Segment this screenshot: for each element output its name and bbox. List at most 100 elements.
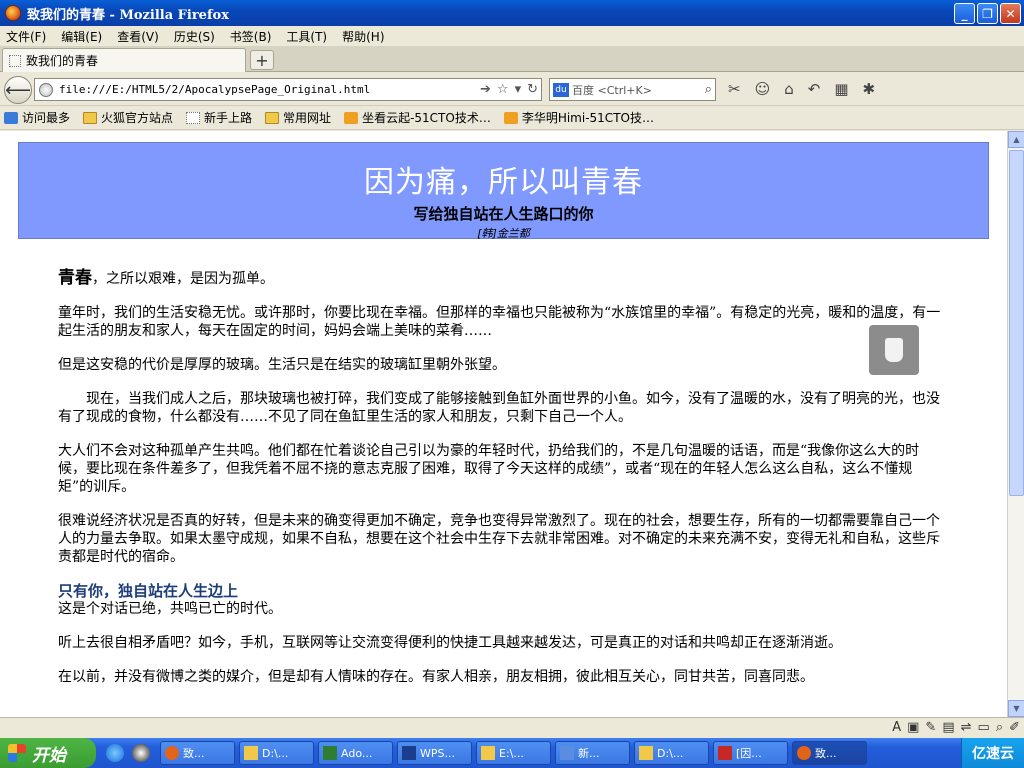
- addon-bug-icon[interactable]: ✱: [863, 80, 876, 98]
- toolbar-icons: ✂ ☺ ⌂ ↶ ▦ ✱: [728, 80, 875, 98]
- folder-icon: [244, 746, 258, 760]
- bookmark-feed-2[interactable]: 李华明Himi-51CTO技…: [503, 109, 654, 126]
- task-folder-e[interactable]: E:\...: [476, 741, 551, 765]
- scroll-thumb[interactable]: [1009, 150, 1024, 496]
- apps-grid-icon[interactable]: ▦: [834, 80, 848, 98]
- windows-logo-icon: [8, 744, 26, 762]
- bookmark-feed-1[interactable]: 坐看云起-51CTO技术…: [344, 109, 491, 126]
- tab-strip: 致我们的青春 +: [0, 46, 1024, 72]
- menu-edit[interactable]: 编辑(E): [61, 28, 102, 45]
- close-button[interactable]: ✕: [1000, 3, 1021, 24]
- menu-help[interactable]: 帮助(H): [342, 28, 384, 45]
- bookmark-getting-started[interactable]: 新手上路: [186, 109, 252, 126]
- menu-file[interactable]: 文件(F): [6, 28, 46, 45]
- bookmark-most-visited[interactable]: 访问最多: [4, 109, 70, 126]
- task-pdf[interactable]: [因...: [713, 741, 788, 765]
- ie-icon[interactable]: [106, 744, 124, 762]
- article-author: [韩]金兰都: [477, 227, 530, 240]
- search-icon[interactable]: ⌕: [705, 82, 712, 97]
- pen-icon[interactable]: ✎: [925, 720, 936, 735]
- task-folder-d[interactable]: D:\...: [634, 741, 709, 765]
- window-controls: _ ❐ ✕: [954, 3, 1021, 24]
- paragraph: 但是这安稳的代价是厚厚的玻璃。生活只是在结实的玻璃缸里朝外张望。: [58, 357, 506, 373]
- search-placeholder[interactable]: 百度 <Ctrl+K>: [572, 82, 705, 98]
- task-new-doc[interactable]: 新...: [555, 741, 630, 765]
- emoji-addon-icon[interactable]: ☺: [755, 80, 771, 98]
- usb-icon: [885, 338, 903, 362]
- menu-bookmarks[interactable]: 书签(B): [230, 28, 272, 45]
- minimize-button[interactable]: _: [954, 3, 975, 24]
- firefox-icon: [797, 746, 811, 760]
- maximize-button[interactable]: ❐: [977, 3, 998, 24]
- article-header: 因为痛，所以叫青春 写给独自站在人生路口的你 [韩]金兰都: [18, 142, 989, 240]
- task-wps[interactable]: WPS...: [397, 741, 472, 765]
- back-button[interactable]: ⟵: [4, 76, 32, 104]
- wps-icon: [402, 746, 416, 760]
- paragraph: 现在，当我们成人之后，那块玻璃也被打碎，我们变成了能够接触到鱼缸外面世界的小鱼。…: [58, 391, 940, 425]
- scroll-up-arrow-icon[interactable]: ▲: [1008, 131, 1024, 148]
- lead-word: 青春: [58, 268, 92, 288]
- bookmarks-bar: 访问最多 火狐官方站点 新手上路 常用网址 坐看云起-51CTO技术… 李华明H…: [0, 106, 1024, 130]
- bookmark-star-icon[interactable]: ☆: [497, 82, 509, 97]
- tab-title: 致我们的青春: [26, 54, 99, 68]
- task-folder[interactable]: D:\...: [239, 741, 314, 765]
- menu-history[interactable]: 历史(S): [174, 28, 215, 45]
- window-title: 致我们的青春 - Mozilla Firefox: [27, 7, 229, 23]
- firefox-icon: [165, 746, 179, 760]
- section-heading: 只有你，独自站在人生边上: [58, 582, 239, 600]
- font-icon[interactable]: A: [892, 720, 901, 735]
- windows-taskbar: 开始 致... D:\... Ado... WPS... E:\... 新...…: [0, 738, 1024, 768]
- dropdown-arrow-icon[interactable]: ▾: [515, 82, 522, 97]
- start-button[interactable]: 开始: [0, 738, 96, 768]
- site-identity-icon[interactable]: [39, 82, 53, 97]
- scroll-down-arrow-icon[interactable]: ▼: [1008, 700, 1024, 717]
- url-text[interactable]: file:///E:/HTML5/2/ApocalypsePage_Origin…: [59, 83, 477, 96]
- home-icon[interactable]: ⌂: [784, 80, 794, 98]
- tab-active[interactable]: 致我们的青春: [2, 48, 246, 72]
- go-icon[interactable]: ➔: [480, 82, 491, 97]
- visit-icon: [4, 111, 18, 124]
- watermark-logo: 亿速云: [972, 746, 1014, 762]
- usb-float-button[interactable]: [869, 325, 919, 375]
- rss-icon: [503, 111, 518, 124]
- page-icon[interactable]: ▣: [907, 720, 919, 735]
- back-arrow-icon: ⟵: [5, 79, 31, 101]
- task-dreamweaver[interactable]: Ado...: [318, 741, 393, 765]
- bookmark-firefox-site[interactable]: 火狐官方站点: [83, 109, 173, 126]
- folder-icon: [481, 746, 495, 760]
- article-subtitle: 写给独自站在人生路口的你: [413, 205, 594, 223]
- qq-icon[interactable]: [132, 744, 150, 762]
- vertical-scrollbar[interactable]: ▲ ▼: [1007, 131, 1024, 717]
- pdf-icon: [718, 746, 732, 760]
- window-icon[interactable]: ▭: [978, 720, 990, 735]
- folder-icon: [83, 111, 98, 124]
- navigation-bar: ⟵ file:///E:/HTML5/2/ApocalypsePage_Orig…: [0, 72, 1024, 106]
- reload-icon[interactable]: ↻: [527, 82, 538, 97]
- network-icon[interactable]: ⇌: [961, 720, 972, 735]
- paragraph: 大人们不会对这种孤单产生共鸣。他们都在忙着谈论自己引以为豪的年轻时代，扔给我们的…: [58, 443, 920, 495]
- task-firefox-active[interactable]: 致...: [792, 741, 867, 765]
- paragraph: 这是个对话已绝，共鸣已亡的时代。: [58, 601, 282, 617]
- screenshot-icon[interactable]: ✂: [728, 80, 741, 98]
- bookmark-common-sites[interactable]: 常用网址: [265, 109, 331, 126]
- page-icon: [186, 111, 201, 124]
- menu-tools[interactable]: 工具(T): [286, 28, 327, 45]
- new-tab-button[interactable]: +: [250, 50, 274, 70]
- menu-view[interactable]: 查看(V): [117, 28, 159, 45]
- undo-icon[interactable]: ↶: [808, 80, 821, 98]
- page-favicon-icon: [9, 54, 21, 67]
- paragraph: 听上去很自相矛盾吧？如今，手机，互联网等让交流变得便利的快捷工具越来越发达，可是…: [58, 635, 842, 651]
- address-bar[interactable]: file:///E:/HTML5/2/ApocalypsePage_Origin…: [34, 78, 542, 101]
- task-firefox[interactable]: 致...: [160, 741, 235, 765]
- article-title: 因为痛，所以叫青春: [364, 165, 643, 200]
- system-tray: 亿速云: [961, 738, 1024, 768]
- edit-icon[interactable]: ✐: [1009, 720, 1020, 735]
- search-bar[interactable]: du 百度 <Ctrl+K> ⌕: [549, 78, 716, 101]
- chart-icon[interactable]: ▤: [942, 720, 954, 735]
- paragraph: 很难说经济状况是否真的好转，但是未来的确变得更加不确定，竞争也变得异常激烈了。现…: [58, 513, 940, 565]
- paragraph-lead: 青春，之所以艰难，是因为孤单。: [58, 269, 946, 288]
- paragraph: 在以前，并没有微博之类的媒介，但是却有人情味的存在。有家人相亲，朋友相拥，彼此相…: [58, 669, 814, 685]
- zoom-icon[interactable]: ⌕: [996, 720, 1003, 735]
- baidu-engine-icon[interactable]: du: [553, 82, 569, 97]
- status-icons: A ▣ ✎ ▤ ⇌ ▭ ⌕ ✐: [892, 720, 1020, 735]
